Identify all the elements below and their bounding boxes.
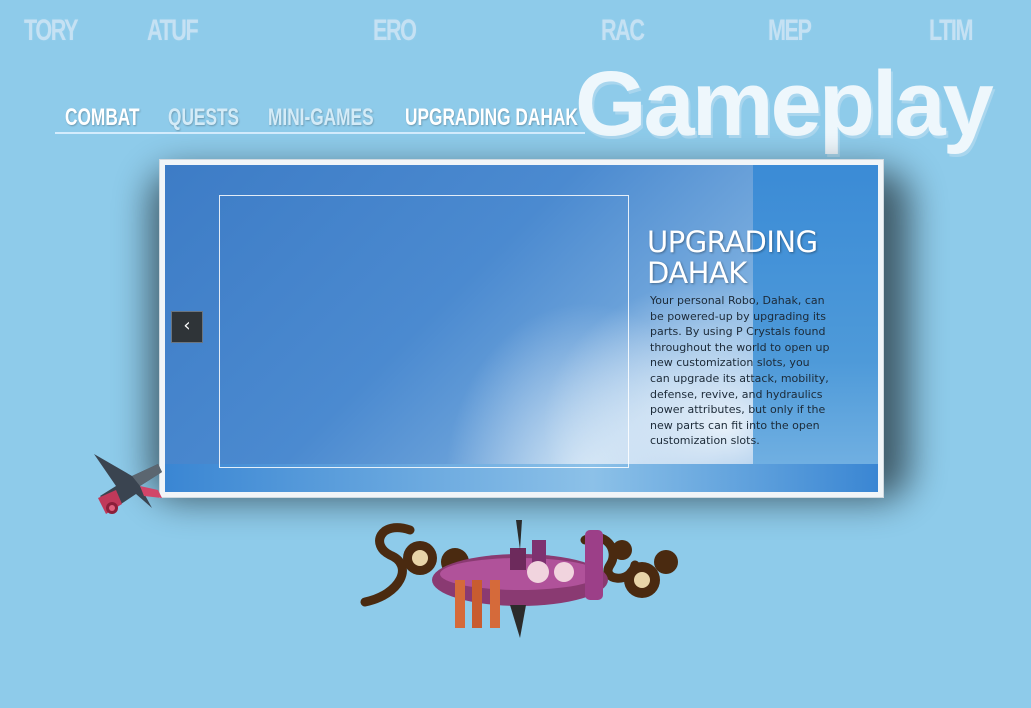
- top-nav-item[interactable]: ATUF: [147, 14, 199, 48]
- slide-image-frame: [219, 195, 629, 468]
- slide-heading-line: UPGRADING: [647, 225, 818, 259]
- top-nav-item[interactable]: MEP: [768, 14, 812, 48]
- tab-mini-games[interactable]: MINI-GAMES: [268, 104, 374, 132]
- game-logo-icon: [360, 520, 678, 638]
- prev-slide-button[interactable]: ‹: [171, 311, 203, 343]
- page-title: Gameplay: [575, 53, 994, 155]
- top-nav-item[interactable]: ERO: [373, 14, 417, 48]
- top-nav-item[interactable]: TORY: [24, 14, 78, 48]
- slide-bottom-strip: [165, 464, 878, 492]
- slide-heading: UPGRADING DAHAK: [647, 227, 857, 289]
- tab-upgrading-dahak[interactable]: UPGRADING DAHAK: [405, 104, 578, 132]
- tab-combat[interactable]: COMBAT: [65, 104, 140, 132]
- chevron-left-icon: ‹: [183, 315, 191, 336]
- slide-heading-line: DAHAK: [647, 256, 747, 290]
- top-nav-item[interactable]: RAC: [601, 14, 645, 48]
- tab-underline: [55, 132, 585, 134]
- slide-description: Your personal Robo, Dahak, can be powere…: [650, 294, 830, 448]
- top-nav-item[interactable]: LTIM: [929, 14, 973, 48]
- spaceship-icon: [94, 454, 162, 514]
- tab-quests[interactable]: QUESTS: [168, 104, 239, 132]
